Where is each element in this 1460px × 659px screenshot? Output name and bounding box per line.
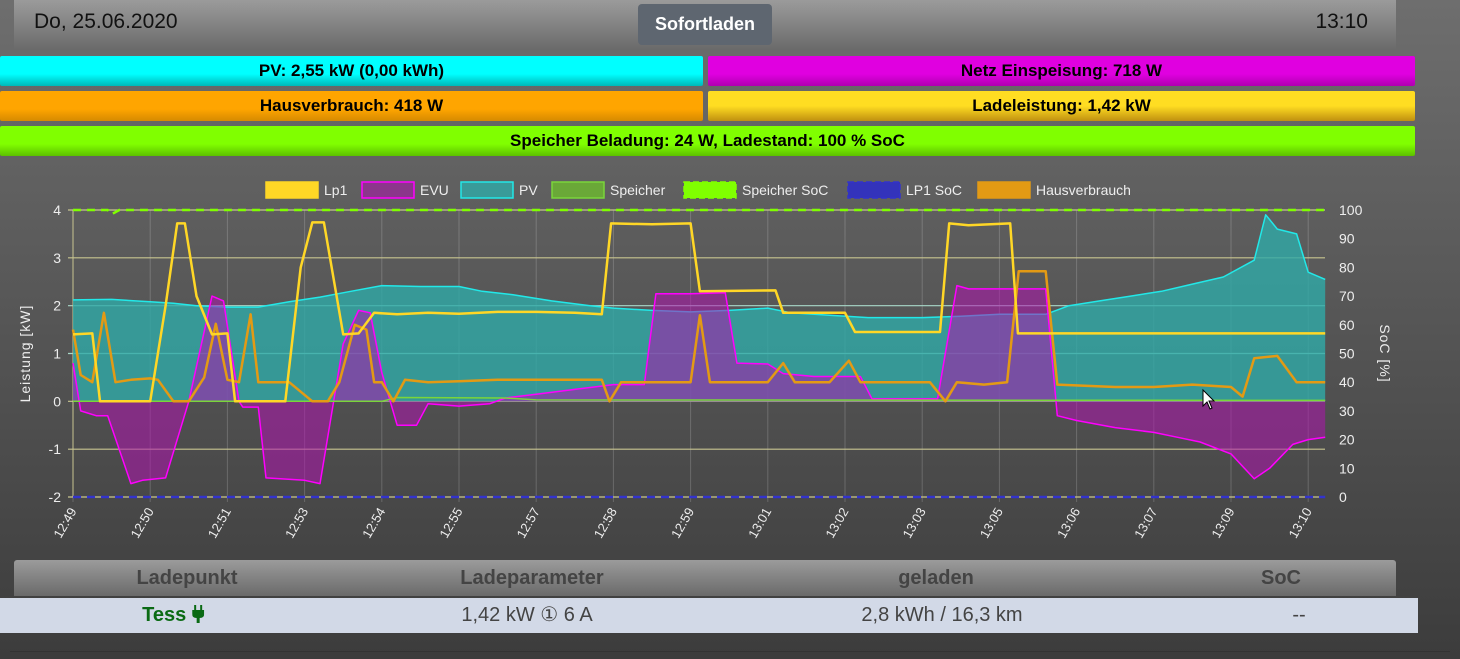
legend-swatch-pv	[460, 181, 514, 199]
header-ladeparameter: Ladeparameter	[460, 567, 604, 589]
legend-label-evu: EVU	[420, 182, 449, 198]
header-ladepunkt: Ladepunkt	[136, 567, 238, 589]
y2-tick-label: 30	[1339, 403, 1355, 419]
x-tick-label: 12:49	[50, 505, 79, 541]
power-chart: 12:49 12:50 12:51 12:53 12:54 12:55 12:57 12:58…	[17, 181, 1393, 541]
x-tick-label: 13:07	[1131, 505, 1160, 541]
y2-tick-label: 40	[1339, 374, 1355, 390]
y-tick-label: 0	[53, 393, 61, 409]
y2-tick-label: 100	[1339, 202, 1363, 218]
vehicle-soc: --	[1292, 604, 1306, 626]
plug-icon	[191, 605, 204, 623]
legend-label-hausverbrauch: Hausverbrauch	[1036, 182, 1131, 198]
table-header: Ladepunkt Ladeparameter geladen SoC	[14, 560, 1396, 596]
y2-tick-label: 60	[1339, 317, 1355, 333]
legend-swatch-lp1-soc	[847, 181, 901, 199]
y2-tick-label: 0	[1339, 489, 1347, 505]
y-tick-label: 1	[53, 346, 61, 362]
x-tick-label: 13:03	[900, 505, 929, 541]
y2-tick-label: 10	[1339, 460, 1355, 476]
legend-label-lp1: Lp1	[324, 182, 348, 198]
charge-power-status: Ladeleistung: 1,42 kW	[708, 91, 1415, 121]
x-tick-label: 12:57	[514, 505, 543, 541]
date: Do, 25.06.2020	[34, 10, 178, 33]
legend-label-pv: PV	[519, 182, 538, 198]
x-tick-label: 13:05	[977, 505, 1006, 541]
table-row[interactable]: Tess 1,42 kW ① 6 A 2,8 kWh / 16,3 km --	[0, 598, 1418, 633]
legend-swatch-speicher	[551, 181, 605, 199]
y-tick-label: 3	[53, 250, 61, 266]
x-tick-label: 12:54	[359, 505, 388, 541]
legend-label-speicher-soc: Speicher SoC	[742, 182, 828, 198]
y2-tick-label: 80	[1339, 259, 1355, 275]
y-tick-label: 4	[53, 202, 61, 218]
y-tick-label: 2	[53, 298, 61, 314]
y2-tick-label: 70	[1339, 288, 1355, 304]
series-line-speicher-soc	[73, 208, 1326, 216]
header-soc: SoC	[1261, 567, 1301, 589]
charge-parameters: 1,42 kW ① 6 A	[461, 604, 593, 626]
time: 13:10	[1315, 10, 1368, 33]
pv-status: PV: 2,55 kW (0,00 kWh)	[0, 56, 703, 86]
legend-label-lp1-soc: LP1 SoC	[906, 182, 962, 198]
chargepoint-label: Tess	[142, 604, 187, 626]
x-tick-label: 13:09	[1208, 505, 1237, 541]
legend-swatch-speicher-soc	[683, 181, 737, 199]
y2-tick-label: 90	[1339, 231, 1355, 247]
y2-tick-label: 20	[1339, 432, 1355, 448]
x-tick-label: 12:55	[436, 505, 465, 541]
x-tick-label: 13:10	[1286, 505, 1315, 541]
y2-tick-label: 50	[1339, 346, 1355, 362]
legend-swatch-lp1	[265, 181, 319, 199]
x-tick-label: 12:53	[282, 505, 311, 541]
chargepoint-name[interactable]: Tess	[142, 598, 204, 633]
mode-button-sofortladen[interactable]: Sofortladen	[638, 4, 772, 45]
grid-status: Netz Einspeisung: 718 W	[708, 56, 1415, 86]
x-tick-label: 12:59	[668, 505, 697, 541]
divider	[10, 651, 1450, 652]
house-consumption-status: Hausverbrauch: 418 W	[0, 91, 703, 121]
x-tick-label: 13:02	[822, 505, 851, 541]
header-bar: Do, 25.06.2020 Sofortladen 13:10	[14, 0, 1396, 50]
x-tick-label: 12:58	[591, 505, 620, 541]
y-axis-title: Leistung [kW]	[17, 305, 33, 403]
x-tick-label: 12:51	[205, 505, 234, 541]
y2-axis-title: SoC [%]	[1377, 324, 1393, 382]
y-tick-label: -1	[49, 441, 62, 457]
legend-swatch-hausverbrauch	[977, 181, 1031, 199]
charged-energy: 2,8 kWh / 16,3 km	[861, 604, 1023, 626]
header-geladen: geladen	[898, 567, 974, 589]
y-tick-label: -2	[49, 489, 62, 505]
x-tick-label: 13:01	[745, 505, 774, 541]
x-tick-label: 12:50	[128, 505, 157, 541]
legend-label-speicher: Speicher	[610, 182, 666, 198]
legend-swatch-evu	[361, 181, 415, 199]
x-tick-label: 13:06	[1054, 505, 1083, 541]
storage-status: Speicher Beladung: 24 W, Ladestand: 100 …	[0, 126, 1415, 156]
